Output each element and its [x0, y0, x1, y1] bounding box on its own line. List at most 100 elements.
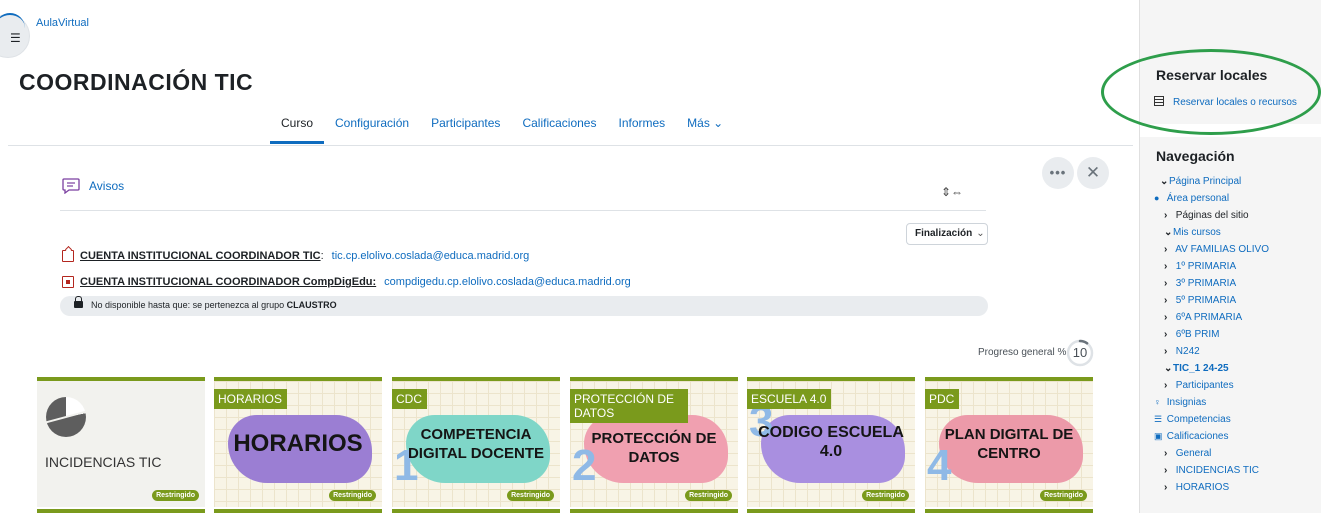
restricted-badge: Restringido [507, 490, 554, 501]
list-icon: ☰ [1154, 414, 1163, 424]
restricted-badge: Restringido [862, 490, 909, 501]
card-image-title: HORARIOS [233, 430, 363, 457]
forum-icon [62, 178, 80, 194]
avisos-link[interactable]: Avisos [62, 178, 124, 194]
pie-chart-icon [46, 397, 86, 437]
course-nav-divider [8, 145, 1133, 146]
lock-icon [74, 296, 83, 308]
card-title: INCIDENCIAS TIC [45, 454, 162, 470]
card-cdc[interactable]: 1 COMPETENCIA DIGITAL DOCENTE CDC Restri… [392, 377, 560, 507]
nav-item-course[interactable]: › 5º PRIMARIA [1164, 295, 1236, 306]
nav-item-course[interactable]: › AV FAMILIAS OLIVO [1164, 244, 1269, 255]
account-label-compdigedu[interactable]: CUENTA INSTITUCIONAL COORDINADOR CompDig… [80, 276, 376, 288]
card-row-strip [570, 509, 738, 513]
account-label-tic[interactable]: CUENTA INSTITUCIONAL COORDINADOR TIC [80, 250, 321, 262]
badge-icon: ♀ [1154, 397, 1161, 407]
nav-item-paginas-sitio[interactable]: › Páginas del sitio [1164, 210, 1249, 221]
move-icon[interactable]: ⇕⇔ [941, 185, 963, 199]
nav-item-grade[interactable]: › General [1164, 448, 1211, 459]
card-horarios[interactable]: HORARIOS HORARIOS Restringido [214, 377, 382, 507]
card-image-title: CODIGO ESCUELA 4.0 [758, 424, 904, 460]
chevron-right-icon: › [1164, 329, 1168, 340]
account-separator: : [320, 250, 324, 262]
list-icon: ☰ [10, 31, 21, 45]
nav-item-insignias[interactable]: ♀ Insignias [1154, 397, 1206, 408]
restriction-group: CLAUSTRO [286, 300, 337, 310]
drawer-toggle-button[interactable]: ☰ [0, 13, 30, 58]
upload-icon [62, 250, 74, 262]
avisos-label: Avisos [89, 179, 125, 193]
nav-item-course[interactable]: › 3º PRIMARIA [1164, 278, 1236, 289]
account-email-tic[interactable]: tic.cp.elolivo.coslada@educa.madrid.org [332, 250, 530, 262]
card-row-strip [392, 509, 560, 513]
card-tag: PROTECCIÓN DE DATOS [570, 389, 688, 423]
chevron-right-icon: › [1164, 482, 1168, 493]
restriction-text: No disponible hasta que: se pertenezca a… [91, 300, 285, 310]
card-image-title: PROTECCIÓN DE DATOS [591, 430, 717, 466]
nav-item-calificaciones[interactable]: ▣ Calificaciones [1154, 431, 1228, 442]
nav-item-pagina-principal[interactable]: ⌄Página Principal [1160, 176, 1241, 187]
restricted-badge: Restringido [152, 490, 199, 501]
info-icon: ● [1154, 193, 1160, 203]
chevron-down-icon: ⌄ [1160, 176, 1169, 187]
grades-icon: ▣ [1154, 431, 1163, 441]
tab-informes[interactable]: Informes [607, 114, 676, 144]
close-button[interactable]: ✕ [1077, 157, 1109, 189]
tab-participantes[interactable]: Participantes [420, 114, 511, 144]
nav-item-course[interactable]: › 6ºA PRIMARIA [1164, 312, 1242, 323]
card-escuela[interactable]: 3 CODIGO ESCUELA 4.0 ESCUELA 4.0 Restrin… [747, 377, 915, 507]
tab-mas[interactable]: Más ⌄ [676, 114, 734, 144]
card-row-strip [925, 509, 1093, 513]
card-tag: ESCUELA 4.0 [747, 389, 832, 409]
progress-value: 10 [1072, 345, 1088, 360]
nav-item-course[interactable]: › N242 [1164, 346, 1200, 357]
page-title: COORDINACIÓN TIC [19, 69, 254, 95]
chevron-right-icon: › [1164, 465, 1168, 476]
navegacion-block-title: Navegación [1156, 148, 1235, 164]
chevron-right-icon: › [1164, 312, 1168, 323]
tab-curso[interactable]: Curso [270, 114, 325, 144]
card-row-strip [747, 509, 915, 513]
chevron-down-icon: ⌄ [976, 228, 985, 239]
nav-item-competencias[interactable]: ☰ Competencias [1154, 414, 1231, 425]
chevron-right-icon: › [1164, 278, 1168, 289]
progress-label: Progreso general % [978, 347, 1067, 358]
chevron-right-icon: › [1164, 448, 1168, 459]
card-row-strip [37, 509, 205, 513]
nav-item-mis-cursos[interactable]: ⌄Mis cursos [1164, 227, 1221, 238]
chevron-right-icon: › [1164, 261, 1168, 272]
account-row-compdigedu: CUENTA INSTITUCIONAL COORDINADOR CompDig… [62, 276, 631, 288]
chevron-right-icon: › [1164, 244, 1168, 255]
sort-select[interactable]: Finalización ⌄ [906, 223, 988, 245]
course-nav: Curso Configuración Participantes Califi… [270, 114, 734, 144]
nav-item-course[interactable]: › 1º PRIMARIA [1164, 261, 1236, 272]
card-incidencias[interactable]: INCIDENCIAS TIC Restringido [37, 377, 205, 507]
nav-item-participantes[interactable]: › Participantes [1164, 380, 1234, 391]
more-options-button[interactable]: ••• [1042, 157, 1074, 189]
card-tag: CDC [392, 389, 427, 409]
nav-item-course[interactable]: › 6ºB PRIM [1164, 329, 1219, 340]
tab-calificaciones[interactable]: Calificaciones [511, 114, 607, 144]
card-pdc[interactable]: 4 PLAN DIGITAL DE CENTRO PDC Restringido [925, 377, 1093, 507]
label-icon [62, 276, 74, 288]
card-tag: HORARIOS [214, 389, 288, 409]
restricted-badge: Restringido [1040, 490, 1087, 501]
card-image-title: PLAN DIGITAL DE CENTRO [944, 426, 1074, 462]
chevron-down-icon: ⌄ [1164, 227, 1173, 238]
card-row-strip [214, 509, 382, 513]
card-tag: PDC [925, 389, 960, 409]
nav-item-grade[interactable]: › HORARIOS [1164, 482, 1229, 493]
breadcrumb[interactable]: AulaVirtual [36, 17, 89, 29]
restriction-notice: No disponible hasta que: se pertenezca a… [60, 296, 988, 316]
nav-item-current-course[interactable]: ⌄TIC_1 24-25 [1164, 363, 1229, 374]
account-email-compdigedu[interactable]: compdigedu.cp.elolivo.coslada@educa.madr… [384, 276, 631, 288]
card-proteccion-datos[interactable]: 2 PROTECCIÓN DE DATOS PROTECCIÓN DE DATO… [570, 377, 738, 507]
nav-item-grade[interactable]: › INCIDENCIAS TIC [1164, 465, 1259, 476]
tab-configuracion[interactable]: Configuración [324, 114, 420, 144]
account-row-tic: CUENTA INSTITUCIONAL COORDINADOR TIC: ti… [62, 250, 529, 262]
chevron-down-icon: ⌄ [1164, 363, 1173, 374]
chevron-right-icon: › [1164, 380, 1168, 391]
chevron-right-icon: › [1164, 210, 1168, 221]
highlight-annotation [1101, 49, 1321, 135]
nav-item-area-personal[interactable]: ● Área personal [1154, 193, 1229, 204]
